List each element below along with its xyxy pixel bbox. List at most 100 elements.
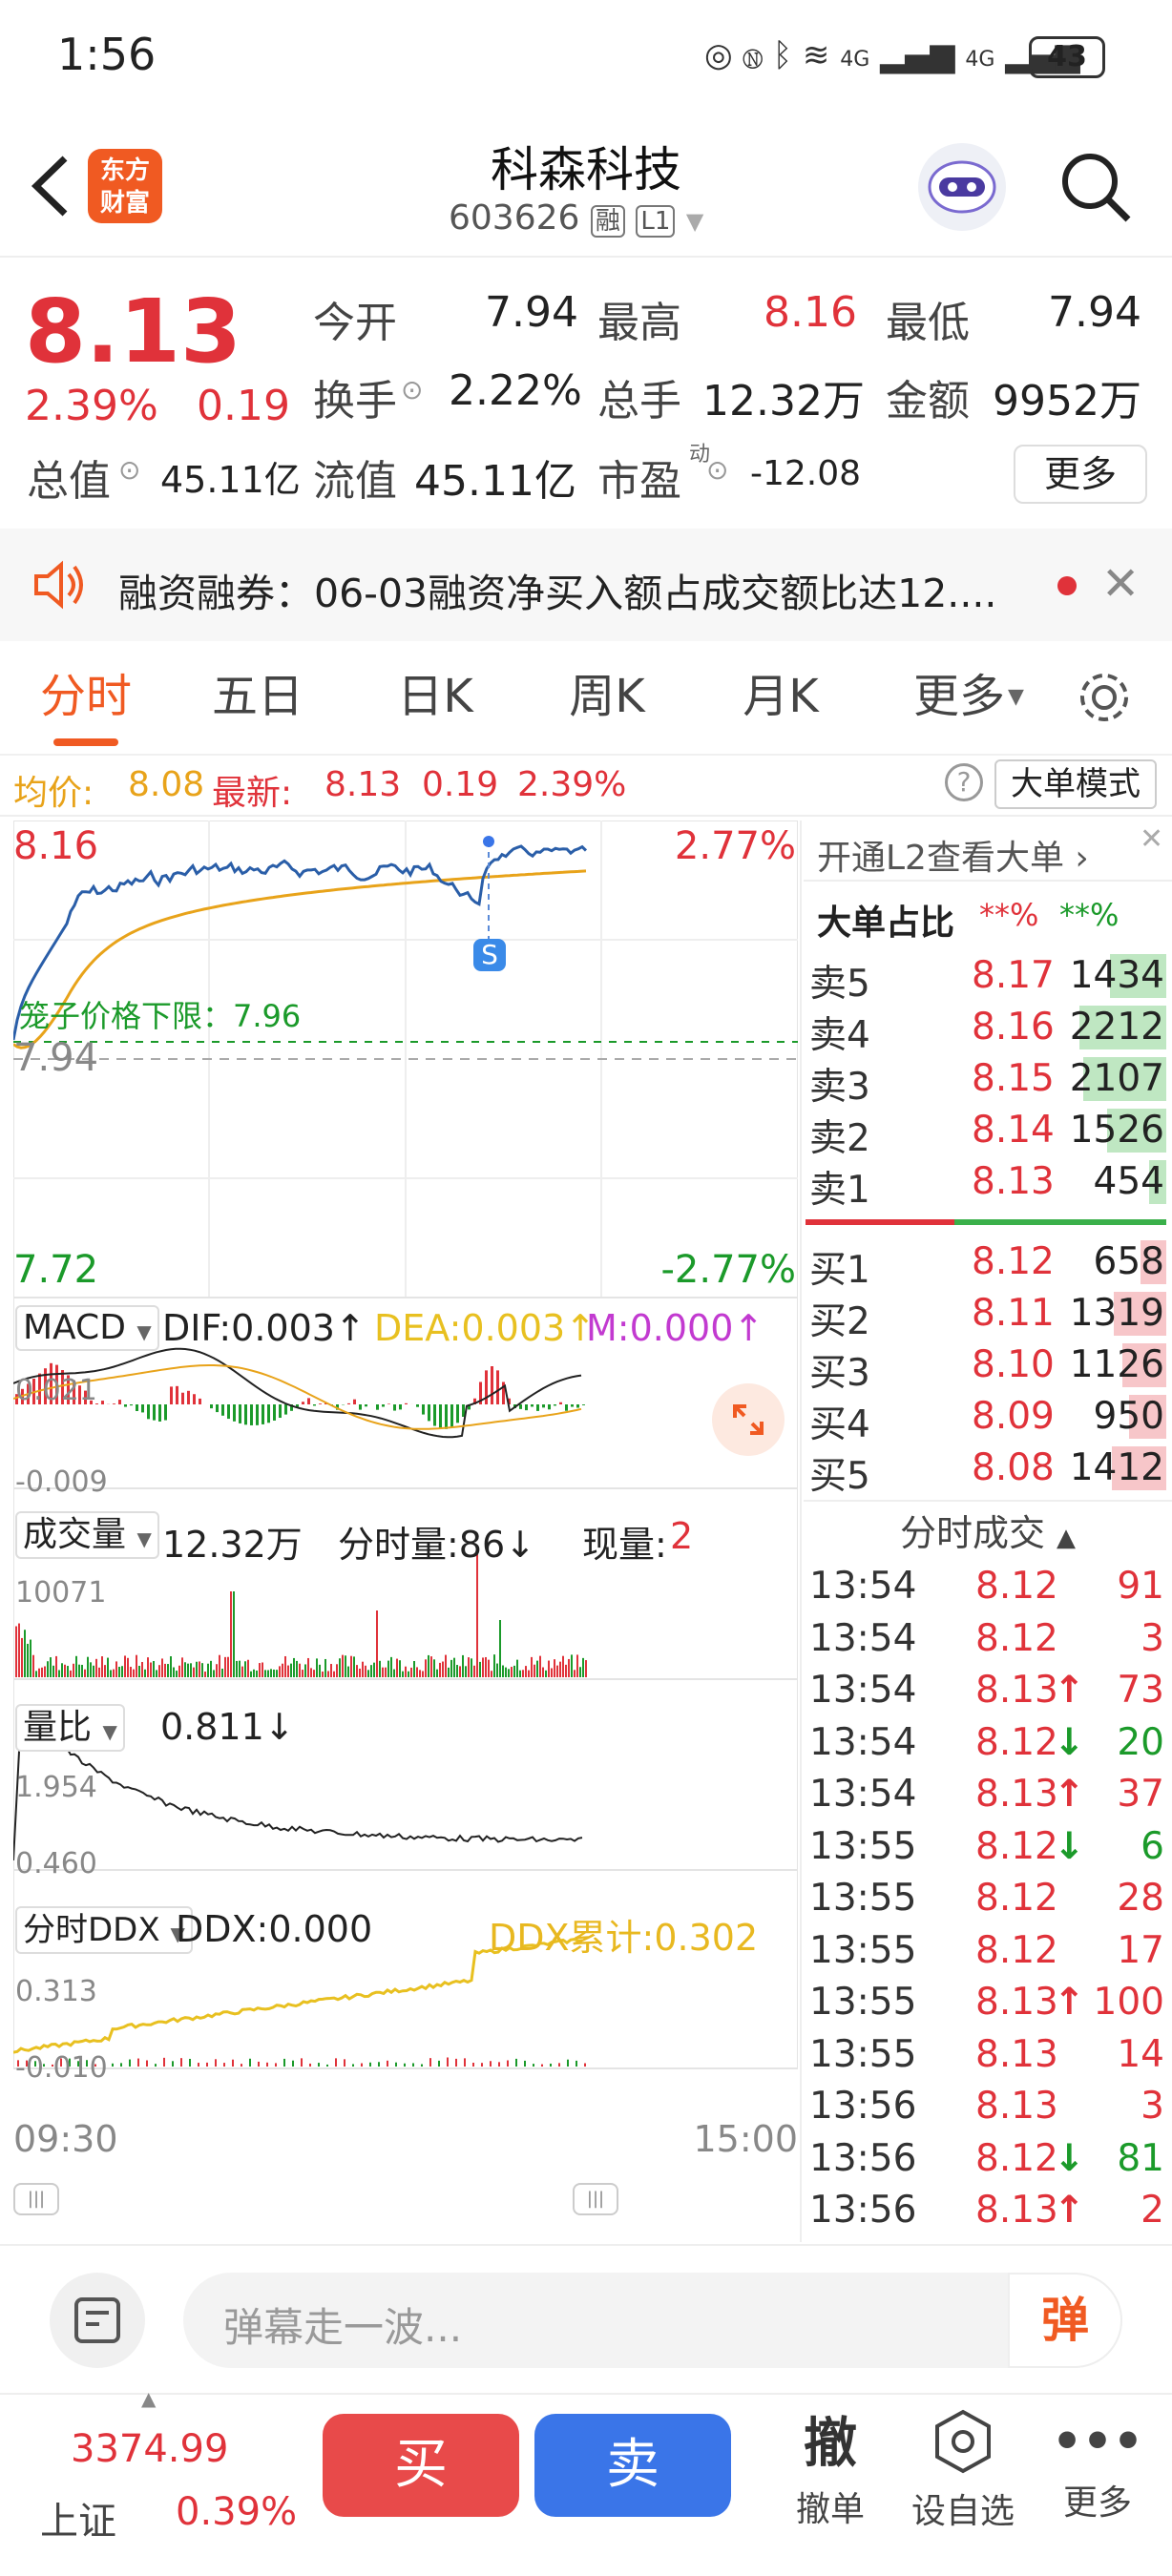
volume-bar bbox=[488, 1659, 490, 1677]
time-axis-end: 15:00 bbox=[693, 2118, 798, 2160]
expand-button[interactable] bbox=[712, 1383, 785, 1456]
trade-volume: 81 bbox=[1117, 2136, 1164, 2180]
level-tag[interactable]: L1 bbox=[636, 205, 676, 238]
order-book-row[interactable]: 卖2 8.14 1526 bbox=[804, 1105, 1172, 1160]
order-book-row[interactable]: 买5 8.08 1412 bbox=[804, 1443, 1172, 1498]
tab-weekly-k[interactable]: 周K bbox=[540, 641, 674, 752]
macd-bar bbox=[256, 1404, 259, 1425]
ddx-bar bbox=[438, 2060, 440, 2067]
notice-bar[interactable]: 融资融券：06-03融资净买入额占成交额比达12.... ✕ bbox=[0, 529, 1172, 641]
danmaku-list-button[interactable] bbox=[50, 2273, 145, 2368]
trades-title-row[interactable]: 分时成交 ▲ bbox=[804, 1504, 1172, 1556]
brand-logo[interactable]: 东方 财富 bbox=[88, 149, 162, 223]
cancel-icon: 撤 bbox=[804, 2413, 857, 2475]
ddx-bar bbox=[318, 2063, 320, 2067]
trades-title: 分时成交 bbox=[899, 1512, 1045, 1554]
volume-bar bbox=[528, 1670, 530, 1677]
info-icon[interactable]: ⊙ bbox=[706, 454, 728, 486]
volume-bar bbox=[345, 1655, 346, 1677]
close-icon[interactable]: ✕ bbox=[1101, 557, 1140, 611]
ddx-bar bbox=[464, 2058, 466, 2067]
macd-bar bbox=[365, 1404, 367, 1407]
info-icon[interactable]: ⊙ bbox=[118, 454, 140, 486]
volume-bar bbox=[187, 1663, 189, 1677]
volume-bar bbox=[204, 1671, 206, 1677]
volume-bar bbox=[167, 1664, 169, 1677]
trade-direction-icon: ↑ bbox=[1054, 1669, 1085, 1712]
volume-value: 12.32万 bbox=[702, 377, 865, 426]
volume-bar bbox=[304, 1664, 306, 1677]
macd-bar bbox=[582, 1404, 585, 1405]
volume-bar bbox=[24, 1630, 26, 1677]
volume-indicator-select[interactable]: 成交量 ▼ bbox=[15, 1511, 159, 1559]
cancel-order-button[interactable]: 撤 撤单 bbox=[773, 2400, 888, 2531]
intraday-chart[interactable]: S 8.16 2.77% 笼子价格下限：7.96 7.94 7.72 -2.77… bbox=[13, 821, 798, 2215]
back-button[interactable] bbox=[27, 153, 74, 219]
order-book-row[interactable]: 卖1 8.13 454 bbox=[804, 1156, 1172, 1212]
nfc-n-icon: Ⓝ bbox=[743, 36, 763, 74]
volume-bar bbox=[519, 1670, 521, 1677]
volume-label: 总手 bbox=[597, 377, 681, 426]
trade-direction-icon: ↑ bbox=[1054, 1773, 1085, 1816]
search-icon bbox=[1062, 154, 1131, 222]
big-order-mode-button[interactable]: 大单模式 bbox=[994, 759, 1157, 809]
cancel-label: 撤单 bbox=[795, 2490, 865, 2529]
order-book-row[interactable]: 买3 8.10 1126 bbox=[804, 1340, 1172, 1395]
danmaku-send-button[interactable]: 弹 bbox=[1008, 2273, 1122, 2368]
level-label: 买4 bbox=[809, 1403, 870, 1446]
open-label: 今开 bbox=[313, 299, 397, 347]
caret-down-icon[interactable]: ▼ bbox=[686, 208, 703, 235]
order-book-row[interactable]: 卖4 8.16 2212 bbox=[804, 1002, 1172, 1057]
close-icon[interactable]: ✕ bbox=[1140, 822, 1163, 856]
volume-bar bbox=[525, 1666, 527, 1677]
search-button[interactable] bbox=[1057, 149, 1134, 225]
ddx-indicator-select[interactable]: 分时DDX ▼ bbox=[15, 1906, 193, 1954]
order-book-row[interactable]: 卖3 8.15 2107 bbox=[804, 1053, 1172, 1109]
range-handle-right[interactable]: ||| bbox=[573, 2183, 618, 2215]
tab-5day[interactable]: 五日 bbox=[191, 641, 324, 752]
add-watchlist-button[interactable]: 设自选 bbox=[901, 2408, 1025, 2533]
tab-daily-k[interactable]: 日K bbox=[368, 641, 502, 752]
order-book-row[interactable]: 卖5 8.17 1434 bbox=[804, 950, 1172, 1006]
trade-volume: 73 bbox=[1117, 1669, 1164, 1712]
current-price: 8.13 bbox=[25, 280, 241, 383]
volume-bar bbox=[98, 1667, 100, 1677]
order-book-row[interactable]: 买1 8.12 658 bbox=[804, 1236, 1172, 1292]
robot-assistant-icon[interactable] bbox=[918, 143, 1006, 231]
ddx-bar bbox=[172, 2061, 174, 2067]
range-handle-left[interactable]: ||| bbox=[13, 2183, 59, 2215]
more-menu-button[interactable]: ••• 更多 bbox=[1040, 2408, 1155, 2524]
macd-bar bbox=[164, 1404, 167, 1421]
macd-bar bbox=[118, 1400, 121, 1404]
order-book-row[interactable]: 买2 8.11 1319 bbox=[804, 1288, 1172, 1343]
sell-button[interactable]: 卖 bbox=[534, 2414, 731, 2517]
settings-button[interactable] bbox=[1075, 668, 1134, 727]
info-icon[interactable]: ⊙ bbox=[401, 374, 423, 405]
volume-bar bbox=[184, 1662, 186, 1677]
l2-link[interactable]: 开通L2查看大单 › bbox=[804, 821, 1172, 882]
speaker-icon bbox=[29, 555, 88, 614]
caret-up-icon[interactable]: ▲ bbox=[141, 2387, 156, 2410]
tab-monthly-k[interactable]: 月K bbox=[714, 641, 848, 752]
danmaku-input[interactable]: 弹幕走一波... bbox=[183, 2273, 1122, 2368]
ddx-axis-bottom: -0.010 bbox=[15, 2051, 108, 2085]
help-icon[interactable]: ? bbox=[945, 763, 983, 801]
macd-bar bbox=[519, 1404, 522, 1409]
volume-bar bbox=[419, 1670, 421, 1677]
volume-bar bbox=[402, 1671, 404, 1677]
status-bar: 1:56 ◎ Ⓝ ᛒ ≋ 4G ▂▄▆ 4G ▂▄▆ 43 bbox=[0, 0, 1172, 114]
macd-indicator-select[interactable]: MACD ▼ bbox=[15, 1305, 159, 1351]
volume-bar bbox=[339, 1658, 341, 1677]
change-amount: 0.19 bbox=[197, 382, 290, 430]
order-book-row[interactable]: 买4 8.09 950 bbox=[804, 1391, 1172, 1446]
tab-more[interactable]: 更多 bbox=[897, 641, 1021, 752]
ratio-indicator-select[interactable]: 量比 ▼ bbox=[15, 1704, 125, 1752]
buy-button[interactable]: 买 bbox=[323, 2414, 519, 2517]
volume-bar bbox=[511, 1667, 513, 1677]
volume-bar bbox=[156, 1670, 157, 1677]
macd-bar bbox=[347, 1402, 350, 1404]
volume-bar bbox=[428, 1654, 429, 1677]
tab-intraday[interactable]: 分时 bbox=[19, 641, 153, 752]
more-button[interactable]: 更多 bbox=[1014, 445, 1147, 504]
macd-bar bbox=[284, 1404, 287, 1415]
